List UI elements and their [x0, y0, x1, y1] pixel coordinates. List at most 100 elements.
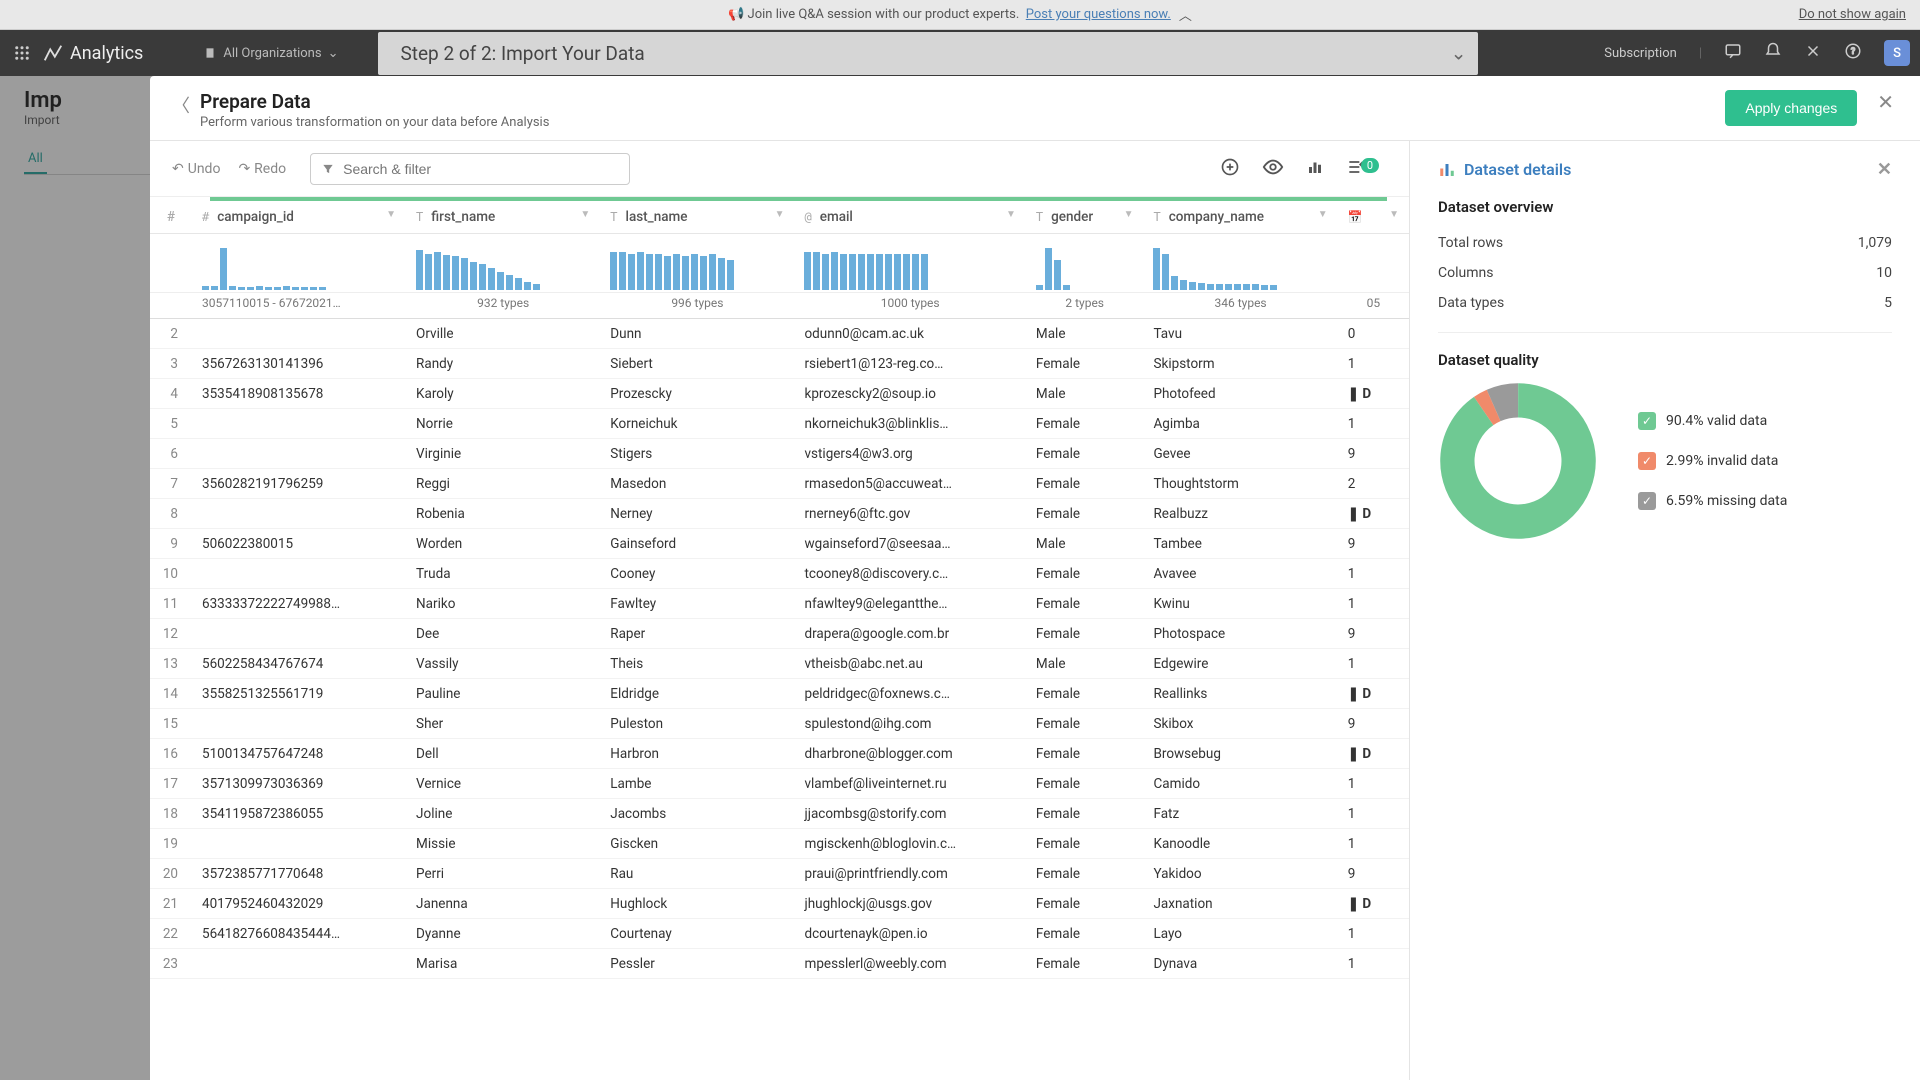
- table-row[interactable]: 3 3567263130141396RandySiebert rsiebert1…: [150, 349, 1409, 379]
- search-field[interactable]: [343, 161, 619, 177]
- check-icon: ✓: [1638, 412, 1656, 430]
- queue-icon[interactable]: 0: [1346, 157, 1387, 181]
- legend-valid: 90.4% valid data: [1666, 413, 1767, 429]
- bell-icon[interactable]: [1764, 42, 1782, 64]
- column-histogram: [1153, 238, 1327, 290]
- apply-changes-button[interactable]: Apply changes: [1725, 90, 1857, 126]
- columns-value: 10: [1876, 265, 1892, 281]
- table-row[interactable]: 10 TrudaCooney tcooney8@discovery.c…Fema…: [150, 559, 1409, 589]
- dismiss-banner-link[interactable]: Do not show again: [1799, 7, 1906, 22]
- column-header[interactable]: @email▼: [794, 201, 1025, 234]
- announcement-banner: 📢 Join live Q&A session with our product…: [0, 0, 1920, 30]
- column-summary: 05: [1338, 293, 1409, 319]
- chevron-up-icon[interactable]: ︿: [1179, 5, 1192, 24]
- column-summary: 932 types: [406, 293, 600, 319]
- banner-link[interactable]: Post your questions now.: [1026, 7, 1171, 22]
- chevron-down-icon[interactable]: ⌄: [1451, 42, 1467, 65]
- grid-toolbar: ↶ Undo ↷ Redo 0: [150, 141, 1409, 197]
- column-histogram: [202, 238, 396, 290]
- quality-heading: Dataset quality: [1438, 351, 1892, 369]
- table-row[interactable]: 12 DeeRaper drapera@google.com.brFemaleP…: [150, 619, 1409, 649]
- details-title: Dataset details: [1464, 160, 1571, 179]
- table-row[interactable]: 18 3541195872386055JolineJacombs jjacomb…: [150, 799, 1409, 829]
- legend-invalid: 2.99% invalid data: [1666, 453, 1778, 469]
- modal-subtitle: Perform various transformation on your d…: [200, 115, 549, 130]
- modal-title: Prepare Data: [200, 90, 549, 113]
- column-header[interactable]: Tgender▼: [1026, 201, 1144, 234]
- user-avatar[interactable]: S: [1884, 40, 1910, 66]
- chat-icon[interactable]: [1724, 42, 1742, 64]
- megaphone-icon: 📢: [728, 7, 744, 22]
- top-bar: Analytics All Organizations ⌄ Step 2 of …: [0, 30, 1920, 76]
- subscription-link[interactable]: Subscription: [1604, 46, 1677, 61]
- check-icon: ✓: [1638, 452, 1656, 470]
- column-header[interactable]: 📅▼: [1338, 201, 1409, 234]
- column-header[interactable]: Tcompany_name▼: [1143, 201, 1337, 234]
- brand-logo[interactable]: Analytics: [42, 42, 143, 64]
- table-row[interactable]: 7 3560282191796259ReggiMasedon rmasedon5…: [150, 469, 1409, 499]
- chart-icon[interactable]: [1306, 158, 1324, 180]
- table-row[interactable]: 15 SherPuleston spulestond@ihg.comFemale…: [150, 709, 1409, 739]
- table-row[interactable]: 11 63333372222749988…NarikoFawltey nfawl…: [150, 589, 1409, 619]
- redo-button[interactable]: ↷ Redo: [238, 161, 286, 177]
- check-icon: ✓: [1638, 492, 1656, 510]
- prepare-data-modal: 〈 Prepare Data Perform various transform…: [150, 76, 1920, 1080]
- undo-button[interactable]: ↶ Undo: [172, 161, 220, 177]
- table-row[interactable]: 16 5100134757647248DellHarbron dharbrone…: [150, 739, 1409, 769]
- column-histogram: [1036, 238, 1134, 290]
- column-summary: 996 types: [600, 293, 794, 319]
- bars-icon: [1438, 161, 1456, 179]
- chevron-down-icon: ⌄: [328, 46, 339, 61]
- table-row[interactable]: 6 VirginieStigers vstigers4@w3.orgFemale…: [150, 439, 1409, 469]
- table-row[interactable]: 22 56418276608435444…DyanneCourtenay dco…: [150, 919, 1409, 949]
- column-summary: 346 types: [1143, 293, 1337, 319]
- wizard-step-indicator: Step 2 of 2: Import Your Data ⌄: [378, 32, 1478, 75]
- table-row[interactable]: 23 MarisaPessler mpesslerl@weebly.comFem…: [150, 949, 1409, 979]
- dataset-details-panel: Dataset details ✕ Dataset overview Total…: [1410, 141, 1920, 1080]
- close-icon[interactable]: ✕: [1877, 90, 1894, 114]
- column-summary: 1000 types: [794, 293, 1025, 319]
- table-row[interactable]: 8 RobeniaNerney rnerney6@ftc.govFemaleRe…: [150, 499, 1409, 529]
- filter-icon: [321, 162, 335, 176]
- total-rows-value: 1,079: [1858, 235, 1892, 251]
- column-header[interactable]: Tlast_name▼: [600, 201, 794, 234]
- add-column-icon[interactable]: [1220, 157, 1240, 181]
- table-row[interactable]: 4 3535418908135678KarolyProzescky kproze…: [150, 379, 1409, 409]
- table-row[interactable]: 2 OrvilleDunn odunn0@cam.ac.ukMaleTavu 0: [150, 319, 1409, 349]
- overview-heading: Dataset overview: [1438, 198, 1892, 216]
- data-grid[interactable]: ##campaign_id▼Tfirst_name▼Tlast_name▼@em…: [150, 201, 1409, 979]
- org-label: All Organizations: [223, 46, 321, 61]
- table-row[interactable]: 21 4017952460432029JanennaHughlock jhugh…: [150, 889, 1409, 919]
- table-row[interactable]: 14 3558251325561719PaulineEldridge peldr…: [150, 679, 1409, 709]
- org-selector[interactable]: All Organizations ⌄: [203, 46, 338, 61]
- table-row[interactable]: 20 3572385771770648PerriRau praui@printf…: [150, 859, 1409, 889]
- close-details-icon[interactable]: ✕: [1877, 159, 1892, 180]
- rownum-header: #: [150, 201, 192, 234]
- column-header[interactable]: Tfirst_name▼: [406, 201, 600, 234]
- table-row[interactable]: 19 MissieGiscken mgisckenh@bloglovin.c…F…: [150, 829, 1409, 859]
- legend-missing: 6.59% missing data: [1666, 493, 1787, 509]
- column-summary: 2 types: [1026, 293, 1144, 319]
- help-icon[interactable]: ?: [1844, 42, 1862, 64]
- apps-grid-icon[interactable]: [10, 41, 34, 65]
- column-header[interactable]: #campaign_id▼: [192, 201, 406, 234]
- analytics-logo-icon: [42, 42, 64, 64]
- table-row[interactable]: 13 5602258434767674VassilyTheis vtheisb@…: [150, 649, 1409, 679]
- table-row[interactable]: 9 506022380015WordenGainseford wgainsefo…: [150, 529, 1409, 559]
- column-summary: 3057110015 - 67672021…: [192, 293, 406, 319]
- columns-label: Columns: [1438, 265, 1493, 281]
- table-row[interactable]: 17 3571309973036369VerniceLambe vlambef@…: [150, 769, 1409, 799]
- table-row[interactable]: 5 NorrieKorneichuk nkorneichuk3@blinklis…: [150, 409, 1409, 439]
- search-filter-input[interactable]: [310, 153, 630, 185]
- column-histogram: [416, 238, 590, 290]
- quality-donut-chart: [1438, 381, 1598, 541]
- banner-text: Join live Q&A session with our product e…: [748, 7, 1020, 22]
- tools-icon[interactable]: [1804, 42, 1822, 64]
- column-histogram: [804, 238, 1015, 290]
- column-histogram: [1348, 238, 1399, 290]
- total-rows-label: Total rows: [1438, 235, 1503, 251]
- eye-icon[interactable]: [1262, 156, 1284, 182]
- svg-text:?: ?: [1851, 47, 1855, 57]
- back-icon[interactable]: 〈: [172, 92, 190, 118]
- building-icon: [203, 46, 217, 60]
